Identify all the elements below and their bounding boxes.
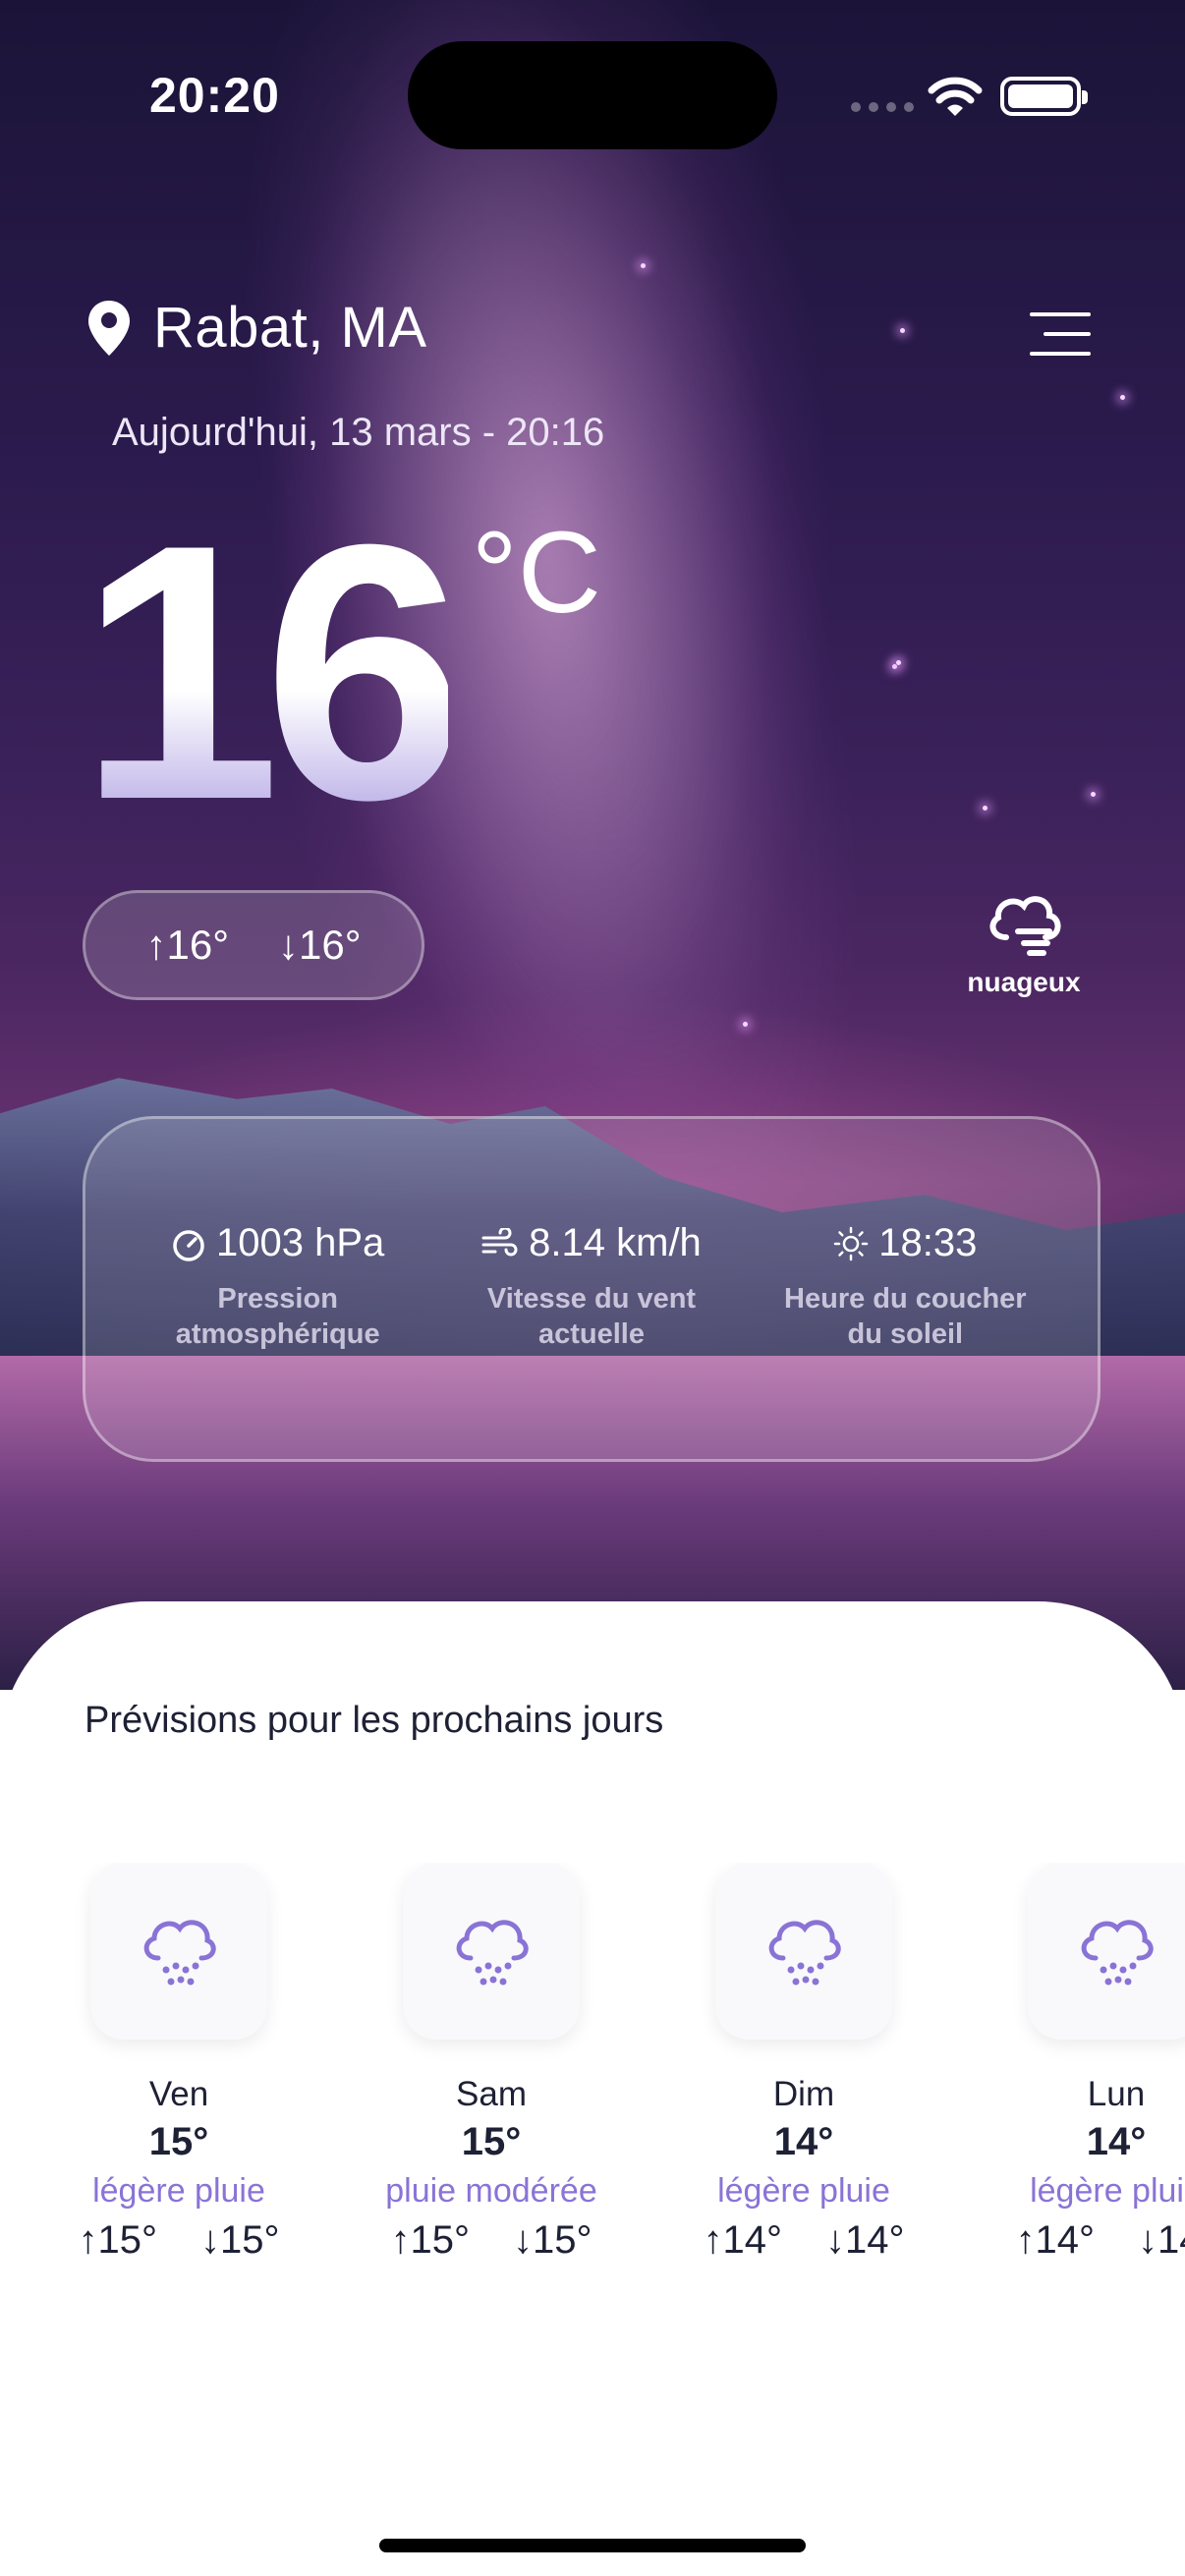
forecast-day-name: Sam (456, 2075, 527, 2113)
forecast-range: ↑14°↓14° (703, 2218, 905, 2262)
wifi-icon (928, 77, 983, 116)
forecast-title: Prévisions pour les prochains jours (85, 1700, 664, 1741)
forecast-desc: pluie modérée (385, 2172, 597, 2210)
star (1120, 395, 1125, 400)
forecast-day-name: Lun (1087, 2075, 1146, 2113)
rain-cloud-icon (143, 1920, 216, 1986)
forecast-temp: 15° (148, 2120, 209, 2163)
star (641, 263, 646, 268)
wind-icon (481, 1227, 518, 1256)
condition: nuageux (943, 888, 1104, 998)
temperature-value: 16 (79, 470, 466, 875)
forecast-icon-box (1028, 1863, 1185, 2040)
signal-icon (851, 102, 914, 112)
home-indicator[interactable] (379, 2539, 806, 2552)
forecast-range: ↑15° ↓15° (390, 2218, 592, 2262)
dynamic-island (408, 41, 777, 149)
star (896, 660, 901, 665)
forecast-day[interactable]: Dim 14° légère pluie ↑14° ↓14° (676, 1863, 931, 2263)
forecast-list[interactable]: Ven 15° légère pluie ↑15° ↓15° Sam 15° pl… (0, 1863, 1185, 2295)
star (900, 328, 905, 333)
current-temperature: 16 °C (79, 491, 601, 855)
location-header[interactable]: Rabat, MA (86, 295, 427, 361)
min-temp: ↓16° (278, 922, 362, 968)
stat-pressure: 1003 hPa Pression atmosphérique (131, 1119, 425, 1459)
forecast-day-name: Dim (772, 2075, 835, 2113)
forecast-icon-box (715, 1863, 892, 2040)
stat-sunset: 18:33 Heure du coucher du soleil (784, 1221, 1027, 1350)
forecast-temp: 14° (773, 2120, 834, 2163)
status-time: 20:20 (149, 68, 280, 123)
location-pin-icon (88, 300, 130, 356)
forecast-range: ↑15° ↓15° (78, 2218, 280, 2262)
stat-wind: 8.14 km/h Vitesse du vent actuelle (444, 1119, 739, 1459)
rain-cloud-icon (1081, 1920, 1154, 1986)
forecast-desc: légère pluie (1030, 2172, 1185, 2210)
forecast-icon-box (403, 1863, 580, 2040)
battery-icon (1000, 77, 1088, 116)
star (743, 1022, 748, 1027)
forecast-day-name: Ven (148, 2075, 209, 2113)
cloud-icon (989, 896, 1061, 956)
current-date: Aujourd'hui, 13 mars - 20:16 (112, 411, 605, 454)
rain-cloud-icon (456, 1920, 529, 1986)
star (983, 806, 988, 811)
forecast-range: ↑14°↓14° (1015, 2218, 1185, 2262)
forecast-day[interactable]: Sam 15° pluie modérée ↑15° ↓15° (364, 1863, 619, 2263)
forecast-temp: 15° (461, 2120, 522, 2163)
star (892, 664, 897, 669)
forecast-day[interactable]: Ven 15° légère pluie ↑15° ↓15° (51, 1863, 307, 2263)
gauge-icon (173, 1229, 204, 1261)
city-name: Rabat, MA (153, 296, 427, 360)
menu-button[interactable] (1030, 312, 1091, 360)
min-max-pill: ↑16° ↓16° (83, 890, 424, 1000)
temperature-unit: °C (471, 508, 601, 638)
forecast-temp: 14° (1086, 2120, 1147, 2163)
max-temp: ↑16° (145, 922, 229, 968)
forecast-day[interactable]: Lun 14° légère pluie ↑14°↓14° (988, 1863, 1185, 2263)
forecast-desc: légère pluie (717, 2172, 890, 2210)
condition-label: nuageux (967, 967, 1081, 997)
rain-cloud-icon (768, 1920, 841, 1986)
stats-card: 1003 hPa Pression atmosphérique 8.14 km/h… (83, 1116, 1100, 1462)
sun-icon (834, 1226, 869, 1260)
star (1091, 792, 1096, 797)
forecast-icon-box (90, 1863, 267, 2040)
forecast-desc: légère pluie (92, 2172, 265, 2210)
